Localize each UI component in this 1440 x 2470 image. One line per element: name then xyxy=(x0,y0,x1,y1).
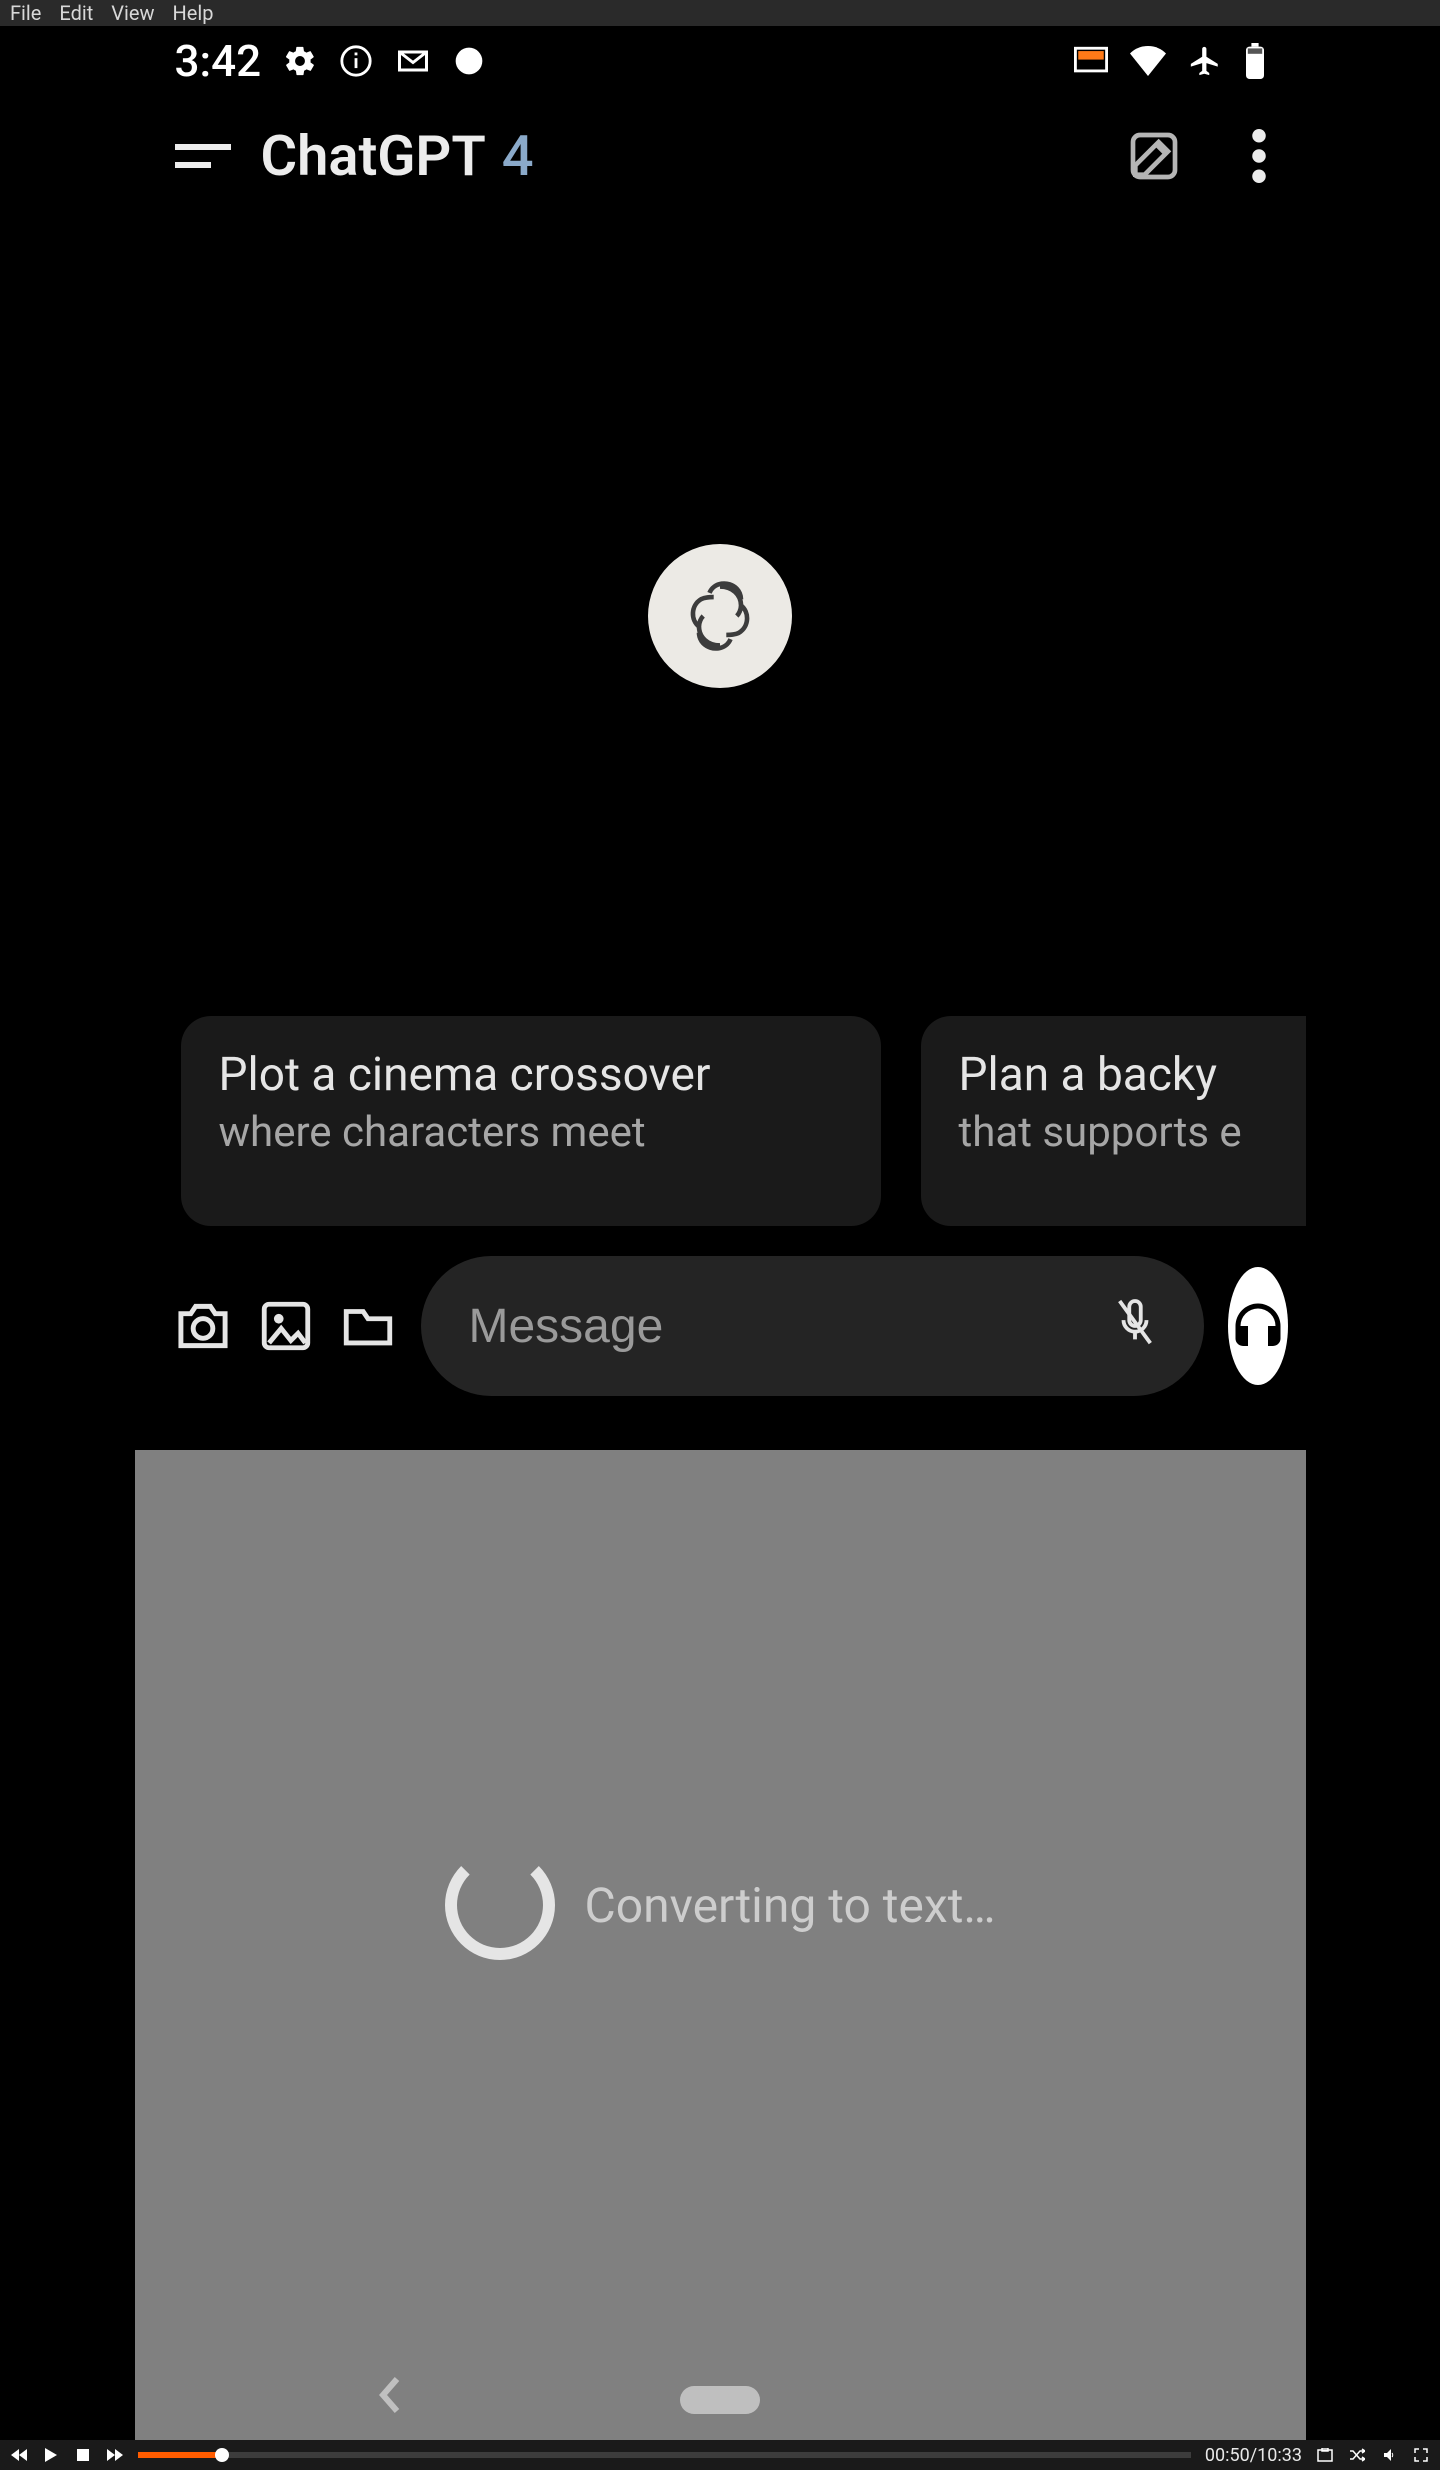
suggestion-card[interactable]: Plan a backy that supports e xyxy=(921,1016,1306,1226)
input-row xyxy=(135,1226,1306,1436)
menu-file[interactable]: File xyxy=(10,1,41,25)
image-button[interactable] xyxy=(257,1294,315,1358)
forward-button[interactable] xyxy=(106,2446,124,2464)
convert-text: Converting to text… xyxy=(585,1877,996,1934)
android-status-bar: 3:42 xyxy=(135,26,1306,96)
time-total: 10:33 xyxy=(1257,2445,1302,2466)
progress-thumb[interactable] xyxy=(215,2448,229,2462)
media-player-bar: 00:50/10:33 xyxy=(0,2440,1440,2470)
volume-button[interactable] xyxy=(1380,2446,1398,2464)
rewind-button[interactable] xyxy=(10,2446,28,2464)
menu-edit[interactable]: Edit xyxy=(59,1,93,25)
cast-icon xyxy=(1074,46,1108,76)
menu-view[interactable]: View xyxy=(111,1,154,25)
wifi-icon xyxy=(1130,46,1166,76)
mic-muted-button[interactable] xyxy=(1112,1296,1158,1356)
voice-button[interactable] xyxy=(1228,1267,1288,1385)
chatgpt-logo xyxy=(648,544,792,688)
gmail-icon xyxy=(395,43,431,79)
dot-icon xyxy=(453,45,485,77)
app-version[interactable]: 4 xyxy=(502,123,534,189)
app-menubar: File Edit View Help xyxy=(0,0,1440,26)
stop-button[interactable] xyxy=(74,2446,92,2464)
suggestion-title: Plot a cinema crossover xyxy=(219,1048,843,1102)
folder-button[interactable] xyxy=(339,1294,397,1358)
status-right xyxy=(1074,43,1266,79)
center-area xyxy=(135,216,1306,1016)
android-nav-bar xyxy=(135,2360,1306,2440)
menu-help[interactable]: Help xyxy=(173,1,214,25)
time-current: 00:50 xyxy=(1205,2445,1250,2466)
app-title: ChatGPT xyxy=(261,123,486,189)
progress-fill xyxy=(138,2452,222,2458)
battery-icon xyxy=(1244,43,1266,79)
camera-button[interactable] xyxy=(173,1294,233,1358)
status-time: 3:42 xyxy=(175,35,262,87)
suggestions-row[interactable]: Plot a cinema crossover where characters… xyxy=(135,1016,1306,1226)
spinner-icon xyxy=(445,1850,555,1960)
compose-button[interactable] xyxy=(1126,128,1182,184)
suggestion-card[interactable]: Plot a cinema crossover where characters… xyxy=(181,1016,881,1226)
suggestion-subtitle: where characters meet xyxy=(219,1108,843,1157)
shuffle-button[interactable] xyxy=(1348,2446,1366,2464)
airplane-icon xyxy=(1188,44,1222,78)
info-icon xyxy=(339,44,373,78)
play-button[interactable] xyxy=(42,2446,60,2464)
menu-button[interactable] xyxy=(175,138,231,174)
gear-icon xyxy=(283,44,317,78)
phone-viewport: 3:42 xyxy=(135,26,1306,2440)
screenshot-button[interactable] xyxy=(1316,2446,1334,2464)
convert-status: Converting to text… xyxy=(135,1450,1306,2360)
suggestion-title: Plan a backy xyxy=(959,1048,1306,1102)
more-button[interactable] xyxy=(1252,129,1266,183)
timecode: 00:50/10:33 xyxy=(1205,2445,1302,2466)
message-field[interactable] xyxy=(421,1256,1204,1396)
progress-bar[interactable] xyxy=(138,2452,1191,2458)
status-left: 3:42 xyxy=(175,35,486,87)
fullscreen-button[interactable] xyxy=(1412,2446,1430,2464)
video-stage: 3:42 xyxy=(0,26,1440,2440)
app-header: ChatGPT 4 xyxy=(135,96,1306,216)
home-pill[interactable] xyxy=(680,2386,760,2414)
voice-convert-panel: Converting to text… xyxy=(135,1450,1306,2440)
suggestion-subtitle: that supports e xyxy=(959,1108,1306,1157)
message-input[interactable] xyxy=(467,1298,1092,1355)
back-button[interactable] xyxy=(375,2375,403,2426)
